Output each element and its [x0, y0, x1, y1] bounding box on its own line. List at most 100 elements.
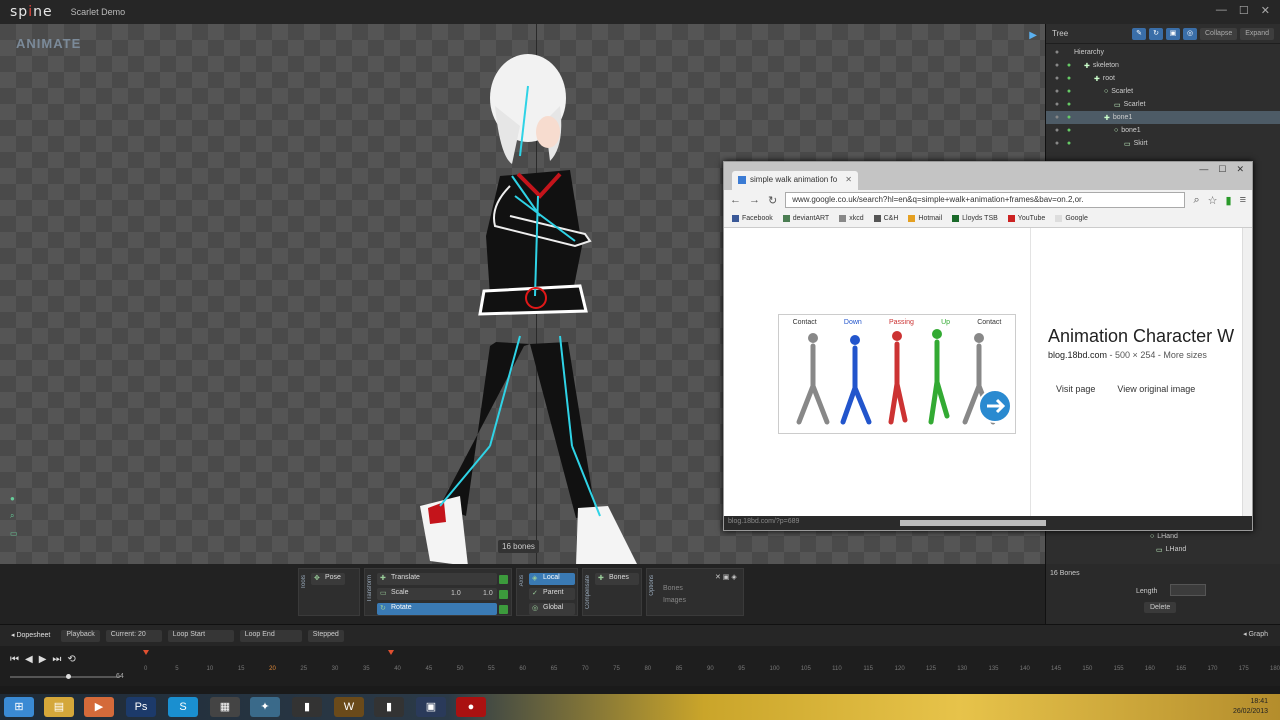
screen-icon[interactable]: ▣ — [416, 697, 446, 717]
close-button[interactable]: ✕ — [1261, 4, 1270, 17]
keyframe-marker[interactable] — [388, 650, 394, 655]
reload-icon[interactable]: ↻ — [768, 194, 777, 207]
star-icon[interactable]: ☆ — [1208, 194, 1218, 207]
playback-button[interactable]: Playback — [61, 629, 100, 642]
scale-x-value[interactable]: 1.0 — [451, 590, 461, 597]
loop-icon[interactable]: ⟲ — [67, 654, 75, 665]
browser-tab[interactable]: simple walk animation fo ✕ — [732, 171, 858, 190]
delete-button[interactable]: Delete — [1144, 602, 1177, 613]
visibility-icon[interactable]: ● — [1052, 140, 1062, 147]
zoom-icon[interactable]: ⌕ — [10, 511, 18, 521]
expand-button[interactable]: Expand — [1240, 27, 1274, 40]
key-icon[interactable]: ● — [1064, 127, 1074, 134]
image-icon[interactable]: ▣ — [1166, 27, 1180, 40]
bookmark-item[interactable]: Lloyds TSB — [952, 215, 998, 222]
menu-icon[interactable]: ≡ — [1240, 194, 1246, 206]
scarlet-character[interactable] — [400, 46, 660, 564]
tree-row[interactable]: ● ● ✚ root — [1046, 72, 1280, 85]
length-input[interactable] — [1170, 584, 1206, 596]
graph-tab[interactable]: ◂ Graph — [1243, 630, 1268, 638]
start-orb-icon[interactable]: ⊞ — [4, 697, 34, 717]
maximize-button[interactable]: ☐ — [1239, 4, 1249, 17]
record-icon[interactable]: ● — [456, 697, 486, 717]
speed-slider[interactable] — [10, 674, 120, 679]
explorer-icon[interactable]: ▤ — [44, 697, 74, 717]
tree-row[interactable]: ● ● ○ Scarlet — [1046, 85, 1280, 98]
key-icon[interactable]: ● — [1064, 88, 1074, 95]
notes-icon[interactable]: ▦ — [210, 697, 240, 717]
signal-icon[interactable]: ▮ — [1226, 194, 1232, 207]
bookmark-item[interactable]: xkcd — [839, 215, 864, 222]
loop-end-button[interactable]: Loop End — [239, 629, 302, 642]
skype-icon[interactable]: S — [168, 697, 198, 717]
visibility-icon[interactable]: ● — [1052, 62, 1062, 69]
pose-button[interactable]: ✥ Pose — [311, 573, 345, 585]
visibility-icon[interactable]: ● — [1052, 127, 1062, 134]
loop-start-button[interactable]: Loop Start — [167, 629, 234, 642]
search-icon[interactable]: ⌕ — [1193, 194, 1199, 207]
tree-row[interactable]: ● ● ✚ bone1 — [1046, 111, 1280, 124]
visibility-icon[interactable]: ● — [1052, 75, 1062, 82]
visit-page-button[interactable]: Visit page — [1056, 384, 1095, 394]
first-frame-icon[interactable]: ⏮ — [10, 654, 19, 665]
bookmark-item[interactable]: Google — [1055, 215, 1088, 222]
horizontal-scroll-thumb[interactable] — [900, 520, 1046, 526]
dopesheet-tab[interactable]: ◂ Dopesheet — [6, 630, 55, 642]
address-bar[interactable]: www.google.co.uk/search?hl=en&q=simple+w… — [785, 192, 1186, 208]
collapse-button[interactable]: Collapse — [1200, 27, 1238, 40]
result-title[interactable]: Animation Character W — [1048, 326, 1234, 347]
network-icon[interactable]: ✦ — [250, 697, 280, 717]
rotate-key-icon[interactable] — [499, 605, 508, 614]
timeline[interactable]: ⏮ ◀ ▶ ⏭ ⟲ 0 5 10 15 20 25 30 35 40 45 50 55 60 65 70 75 80 85… — [0, 646, 1280, 686]
bookmark-item[interactable]: C&H — [873, 215, 898, 222]
current-frame-field[interactable]: Current: 20 — [105, 629, 162, 642]
translate-key-icon[interactable] — [499, 575, 508, 584]
compensate-bones-button[interactable]: ✚ Bones — [595, 573, 639, 585]
scale-key-icon[interactable] — [499, 590, 508, 599]
timeline-ruler[interactable]: 0 5 10 15 20 25 30 35 40 45 50 55 60 65 70 75 80 85 90 95 10… — [144, 660, 1280, 680]
stepped-button[interactable]: Stepped — [307, 629, 344, 642]
key-icon[interactable]: ● — [1064, 140, 1074, 147]
scale-button[interactable]: ▭ Scale — [377, 588, 497, 600]
last-frame-icon[interactable]: ⏭ — [52, 654, 61, 665]
view-original-button[interactable]: View original image — [1117, 384, 1195, 394]
tree-row[interactable]: ● ● ✚ skeleton — [1046, 59, 1280, 72]
close-tab-icon[interactable]: ✕ — [845, 175, 852, 184]
browser-close-button[interactable]: ✕ — [1236, 164, 1244, 175]
key-icon[interactable]: ● — [1064, 114, 1074, 121]
browser-minimize-button[interactable]: — — [1199, 164, 1208, 175]
bookmark-item[interactable]: Hotmail — [908, 215, 942, 222]
back-icon[interactable]: ← — [730, 194, 741, 206]
tree-row[interactable]: ▭ LHand — [1046, 543, 1280, 556]
bones-visibility-icon[interactable]: ✕ ▣ ◈ — [715, 573, 737, 581]
tree-row[interactable]: ○ LHand — [1046, 530, 1280, 543]
visibility-icon[interactable]: ● — [1052, 88, 1062, 95]
bookmark-item[interactable]: deviantART — [782, 215, 829, 222]
rotate-button[interactable]: ↻ Rotate — [377, 603, 497, 615]
tree-row[interactable]: ● ● ○ bone1 — [1046, 124, 1280, 137]
target-icon[interactable]: ◎ — [1183, 27, 1197, 40]
media-player-icon[interactable]: ▶ — [84, 697, 114, 717]
speed-slider-knob[interactable] — [66, 674, 71, 679]
minimize-button[interactable]: — — [1216, 4, 1227, 17]
bookmark-item[interactable]: YouTube — [1007, 215, 1045, 222]
play-icon[interactable]: ▶ — [39, 654, 47, 665]
spine-icon[interactable]: ▮ — [374, 697, 404, 717]
visibility-icon[interactable]: ● — [1052, 101, 1062, 108]
wow-icon[interactable]: W — [334, 697, 364, 717]
parent-axis-button[interactable]: ✓ Parent — [529, 588, 575, 600]
frame-icon[interactable]: ▭ — [10, 529, 18, 538]
browser-vertical-scrollbar[interactable] — [1242, 228, 1252, 518]
bookmark-item[interactable]: Facebook — [732, 215, 773, 222]
global-axis-button[interactable]: ◎ Global — [529, 603, 575, 615]
forward-icon[interactable]: → — [749, 194, 760, 206]
walk-cycle-thumbnail[interactable]: Contact Down Passing Up Contact — [778, 314, 1016, 434]
tree-row[interactable]: ● Hierarchy — [1046, 46, 1280, 59]
browser-maximize-button[interactable]: ☐ — [1218, 164, 1226, 175]
play-reverse-icon[interactable]: ◀ — [25, 654, 33, 665]
play-icon[interactable]: ▶ — [1029, 30, 1037, 41]
tree-row[interactable]: ● ● ▭ Scarlet — [1046, 98, 1280, 111]
key-icon[interactable]: ● — [1064, 75, 1074, 82]
app-icon[interactable]: ▮ — [292, 697, 322, 717]
tree-row[interactable]: ● ● ▭ Skirt — [1046, 137, 1280, 150]
